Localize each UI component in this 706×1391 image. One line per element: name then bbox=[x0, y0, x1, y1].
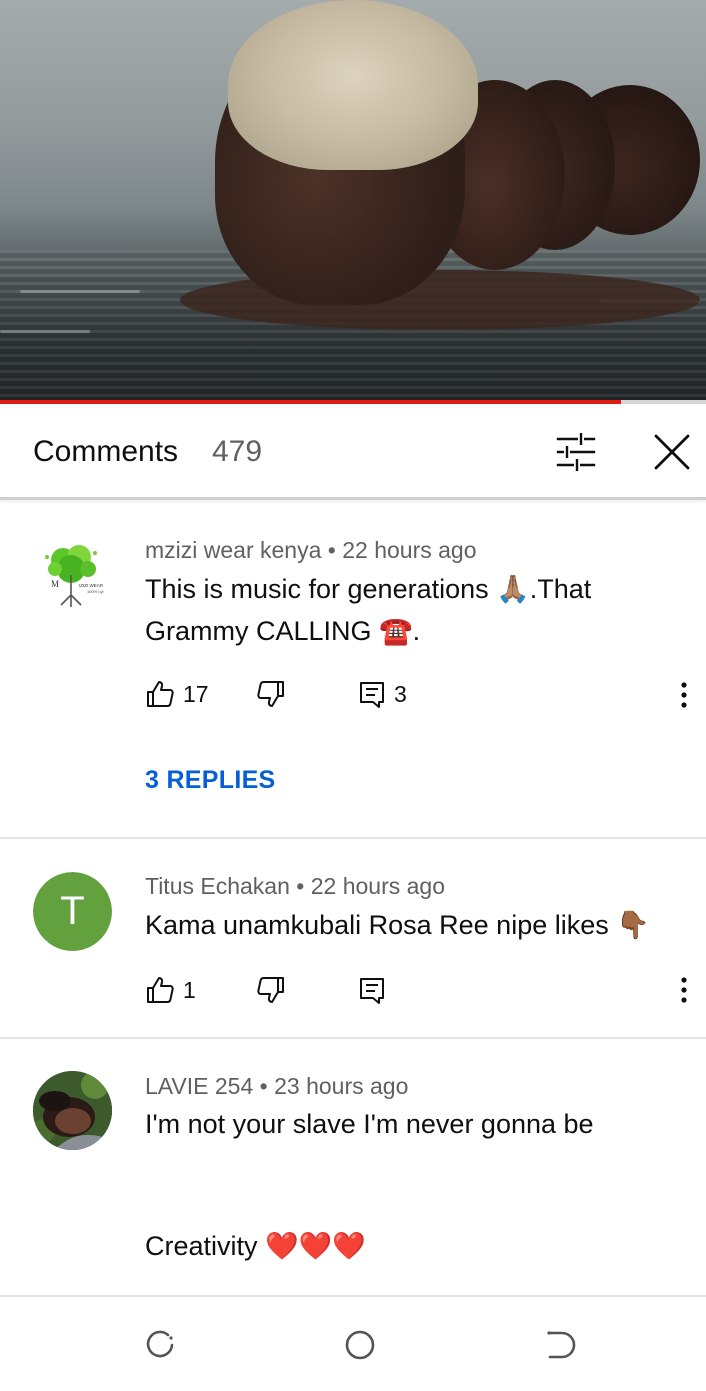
comment-author[interactable]: mzizi wear kenya bbox=[145, 537, 321, 563]
avatar-letter: T bbox=[33, 872, 112, 951]
reply-count: 3 bbox=[394, 680, 407, 707]
comment-item: T Titus Echakan • 22 hours ago Kama unam… bbox=[0, 839, 706, 1037]
home-icon[interactable] bbox=[340, 1325, 380, 1365]
svg-text:100% Lyf: 100% Lyf bbox=[87, 589, 104, 594]
tune-sliders-icon[interactable] bbox=[552, 428, 600, 476]
avatar[interactable]: M IZIZI WEAR 100% Lyf bbox=[33, 535, 112, 614]
thumbs-up-icon bbox=[147, 977, 174, 1003]
comment-time: 22 hours ago bbox=[310, 873, 446, 899]
comments-header: Comments 479 bbox=[0, 404, 706, 500]
reply-button[interactable] bbox=[358, 975, 386, 1005]
comment-icon bbox=[360, 978, 384, 1004]
comment-text-line: I'm not your slave I'm never gonna be bbox=[145, 1109, 594, 1139]
more-vert-icon[interactable] bbox=[672, 680, 696, 710]
close-icon[interactable] bbox=[648, 428, 696, 476]
comment-time: 22 hours ago bbox=[342, 537, 477, 563]
reply-button[interactable]: 3 bbox=[358, 679, 407, 709]
video-ripple bbox=[0, 330, 90, 333]
video-player[interactable] bbox=[0, 0, 706, 400]
comment-meta: LAVIE 254 • 23 hours ago bbox=[145, 1073, 408, 1100]
dislike-button[interactable] bbox=[256, 975, 286, 1005]
comments-count: 479 bbox=[212, 435, 263, 468]
thumbs-down-icon bbox=[257, 681, 284, 707]
profile-photo-icon bbox=[33, 1071, 112, 1150]
comment-text-line: Creativity ❤️❤️❤️ bbox=[145, 1231, 366, 1261]
avatar[interactable] bbox=[33, 1071, 112, 1150]
svg-text:IZIZI WEAR: IZIZI WEAR bbox=[79, 583, 104, 588]
like-count: 17 bbox=[183, 680, 209, 707]
mzizi-wear-logo-icon: M IZIZI WEAR 100% Lyf bbox=[45, 545, 104, 607]
like-button[interactable]: 1 bbox=[145, 975, 196, 1005]
system-navigation-bar bbox=[0, 1295, 706, 1391]
thumbs-up-icon bbox=[147, 681, 174, 707]
comment-text: Kama unamkubali Rosa Ree nipe likes 👇🏾 bbox=[145, 910, 650, 940]
comment-meta: Titus Echakan • 22 hours ago bbox=[145, 873, 445, 900]
back-icon[interactable] bbox=[540, 1325, 580, 1365]
meta-separator: • bbox=[327, 537, 336, 563]
meta-separator: • bbox=[259, 1073, 268, 1099]
comment-meta: mzizi wear kenya • 22 hours ago bbox=[145, 537, 477, 564]
view-replies-link[interactable]: 3 REPLIES bbox=[145, 766, 276, 795]
comment-item: M IZIZI WEAR 100% Lyf mzizi wear kenya •… bbox=[0, 500, 706, 837]
avatar[interactable]: T bbox=[33, 872, 112, 951]
recent-apps-icon[interactable] bbox=[140, 1325, 180, 1365]
comment-author[interactable]: LAVIE 254 bbox=[145, 1073, 253, 1099]
comment-text: This is music for generations 🙏🏽.That Gr… bbox=[145, 574, 592, 646]
dislike-button[interactable] bbox=[256, 679, 286, 709]
svg-text:M: M bbox=[51, 579, 59, 589]
comments-title: Comments bbox=[33, 435, 179, 468]
comment-time: 23 hours ago bbox=[274, 1073, 409, 1099]
video-ripple bbox=[20, 290, 140, 293]
comment-author[interactable]: Titus Echakan bbox=[145, 873, 290, 899]
meta-separator: • bbox=[296, 873, 305, 899]
comment-icon bbox=[360, 682, 384, 708]
comment-item: LAVIE 254 • 23 hours ago I'm not your sl… bbox=[0, 1039, 706, 1295]
thumbs-down-icon bbox=[257, 977, 284, 1003]
like-count: 1 bbox=[183, 976, 196, 1003]
like-button[interactable]: 17 bbox=[145, 679, 209, 709]
more-vert-icon[interactable] bbox=[672, 975, 696, 1005]
video-figure-hair bbox=[228, 0, 478, 170]
